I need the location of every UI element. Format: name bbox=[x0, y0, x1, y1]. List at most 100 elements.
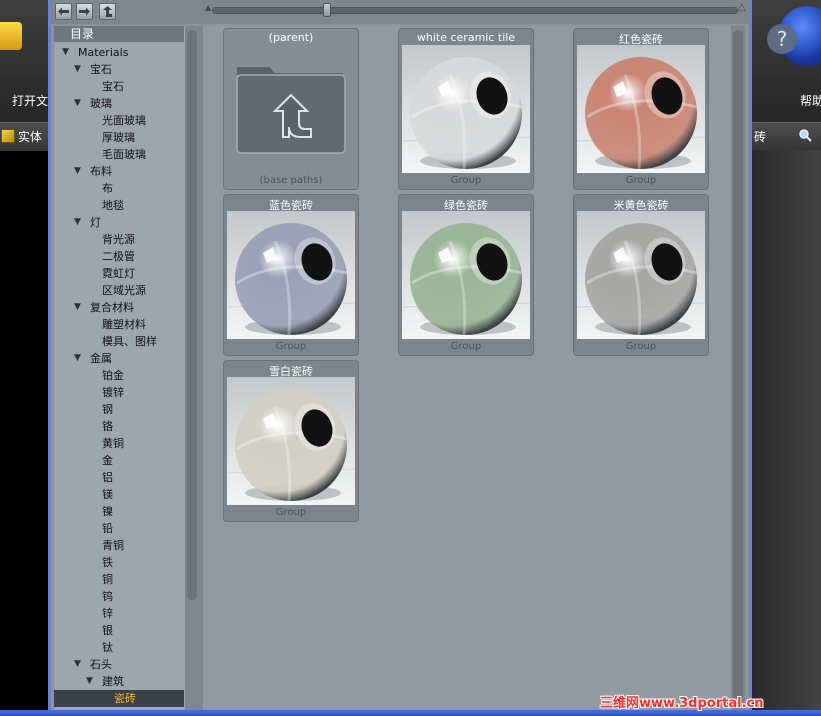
back-button[interactable] bbox=[55, 3, 72, 20]
tree-item[interactable]: 布 bbox=[102, 180, 113, 197]
expand-triangle-icon[interactable]: ▼ bbox=[74, 64, 81, 74]
tree-item[interactable]: 厚玻璃 bbox=[102, 129, 135, 146]
tree-item[interactable]: 钢 bbox=[102, 401, 113, 418]
tree-item[interactable]: 布料 bbox=[90, 163, 112, 180]
tree-item[interactable]: 背光源 bbox=[102, 231, 135, 248]
tile-subtitle: Group bbox=[275, 507, 307, 518]
material-sphere-icon bbox=[577, 45, 705, 173]
material-sphere-icon bbox=[402, 45, 530, 173]
tree-item[interactable]: 地毯 bbox=[102, 197, 124, 214]
tree-item[interactable]: 金属 bbox=[90, 350, 112, 367]
tree-item-label: 建筑 bbox=[102, 675, 124, 688]
tile-tab-label[interactable]: 砖 bbox=[754, 128, 766, 145]
material-tile[interactable]: 蓝色瓷砖 Group bbox=[223, 194, 359, 356]
tree-item[interactable]: 霓虹灯 bbox=[102, 265, 135, 282]
expand-triangle-icon[interactable]: ▼ bbox=[74, 353, 81, 363]
tree-item[interactable]: 宝石 bbox=[102, 78, 124, 95]
tree-item[interactable]: 复合材料 bbox=[90, 299, 134, 316]
tree-item[interactable]: 金 bbox=[102, 452, 113, 469]
tile-subtitle: Group bbox=[450, 341, 482, 352]
tree-item[interactable]: 石头 bbox=[90, 656, 112, 673]
tree-item-label: 银 bbox=[102, 624, 113, 637]
tree-item[interactable]: 灯 bbox=[90, 214, 101, 231]
search-icon[interactable] bbox=[798, 128, 812, 142]
expand-triangle-icon[interactable]: ▼ bbox=[74, 166, 81, 176]
solid-tab-label[interactable]: 实体 bbox=[18, 128, 42, 145]
help-label[interactable]: 帮助 bbox=[800, 92, 821, 109]
expand-triangle-icon[interactable]: ▼ bbox=[74, 659, 81, 669]
tree-item[interactable]: 宝石 bbox=[90, 61, 112, 78]
tree-item-label: 地毯 bbox=[102, 199, 124, 212]
tree-item[interactable]: 铁 bbox=[102, 554, 113, 571]
tree-item[interactable]: 建筑 bbox=[102, 673, 124, 690]
tree-item[interactable]: 玻璃 bbox=[90, 95, 112, 112]
expand-triangle-icon[interactable]: ▼ bbox=[86, 676, 93, 686]
material-sphere-icon bbox=[227, 377, 355, 505]
expand-triangle-icon[interactable]: ▼ bbox=[74, 98, 81, 108]
tree-item-label: 雕塑材料 bbox=[102, 318, 146, 331]
tree-item-label: 青铜 bbox=[102, 539, 124, 552]
tree-item-label: 宝石 bbox=[102, 80, 124, 93]
zoom-max-icon: △ bbox=[738, 2, 746, 13]
up-button[interactable] bbox=[99, 3, 116, 20]
tree-item-label: 光面玻璃 bbox=[102, 114, 146, 127]
tree-item[interactable]: 铬 bbox=[102, 418, 113, 435]
tree-item[interactable]: 毛面玻璃 bbox=[102, 146, 146, 163]
tree-item-label: 毛面玻璃 bbox=[102, 148, 146, 161]
tree-item-label: 厚玻璃 bbox=[102, 131, 135, 144]
tree-item[interactable]: 瓷砖 bbox=[54, 690, 184, 707]
tree-item-label: 区域光源 bbox=[102, 284, 146, 297]
tree-item[interactable]: 镍 bbox=[102, 503, 113, 520]
tree-item[interactable]: 模具、图样 bbox=[102, 333, 157, 350]
tree-item-label: 铁 bbox=[102, 556, 113, 569]
forward-button[interactable] bbox=[76, 3, 93, 20]
up-icon bbox=[103, 6, 112, 17]
material-sphere-icon bbox=[402, 211, 530, 339]
tree-item[interactable]: 钛 bbox=[102, 639, 113, 656]
tree-item-label: 镁 bbox=[102, 488, 113, 501]
material-tile[interactable]: 雪白瓷砖 Group bbox=[223, 360, 359, 522]
tile-subtitle: Group bbox=[625, 175, 657, 186]
tree-scrollbar-thumb[interactable] bbox=[187, 30, 197, 600]
tree-item-label: 二极管 bbox=[102, 250, 135, 263]
tree-item[interactable]: 二极管 bbox=[102, 248, 135, 265]
expand-triangle-icon[interactable]: ▼ bbox=[62, 47, 69, 57]
tree-item-label: 瓷砖 bbox=[114, 692, 136, 705]
tree-item[interactable]: 铜 bbox=[102, 571, 113, 588]
open-file-label[interactable]: 打开文 bbox=[12, 92, 48, 109]
tree-item-label: 黄铜 bbox=[102, 437, 124, 450]
tree-item[interactable]: 青铜 bbox=[102, 537, 124, 554]
material-sphere-icon bbox=[577, 211, 705, 339]
tree-item-label: 复合材料 bbox=[90, 301, 134, 314]
tree-item[interactable]: Materials bbox=[78, 44, 128, 61]
tree-item[interactable]: 铝 bbox=[102, 469, 113, 486]
folder-icon[interactable] bbox=[0, 22, 22, 50]
content-scrollbar-thumb[interactable] bbox=[733, 30, 743, 706]
tree-item[interactable]: 光面玻璃 bbox=[102, 112, 146, 129]
material-tile[interactable]: 米黄色瓷砖 Group bbox=[573, 194, 709, 356]
tree-item[interactable]: 铂金 bbox=[102, 367, 124, 384]
tree-item[interactable]: 银 bbox=[102, 622, 113, 639]
tree-item-label: 镍 bbox=[102, 505, 113, 518]
material-tile[interactable]: 红色瓷砖 Group bbox=[573, 28, 709, 190]
tree-item[interactable]: 镁 bbox=[102, 486, 113, 503]
material-tile[interactable]: 绿色瓷砖 Group bbox=[398, 194, 534, 356]
material-tile[interactable]: white ceramic tile Group bbox=[398, 28, 534, 190]
tree-item[interactable]: 黄铜 bbox=[102, 435, 124, 452]
tree-item[interactable]: 雕塑材料 bbox=[102, 316, 146, 333]
zoom-slider-thumb[interactable] bbox=[323, 3, 332, 17]
tree-item[interactable]: 区域光源 bbox=[102, 282, 146, 299]
parent-folder-tile[interactable]: (parent) (base paths) bbox=[223, 28, 359, 190]
tree-item[interactable]: 锌 bbox=[102, 605, 113, 622]
expand-triangle-icon[interactable]: ▼ bbox=[74, 302, 81, 312]
cube-icon[interactable] bbox=[1, 129, 15, 143]
tree-item[interactable]: 钨 bbox=[102, 588, 113, 605]
tree-item[interactable]: 铅 bbox=[102, 520, 113, 537]
help-question-icon[interactable]: ? bbox=[767, 24, 797, 54]
tree-item[interactable]: 镀锌 bbox=[102, 384, 124, 401]
watermark: 三维网www.3dportal.cn bbox=[600, 696, 764, 711]
expand-triangle-icon[interactable]: ▼ bbox=[74, 217, 81, 227]
tree-item-label: 钛 bbox=[102, 641, 113, 654]
tree-item-label: 背光源 bbox=[102, 233, 135, 246]
zoom-slider-track[interactable] bbox=[212, 7, 738, 14]
